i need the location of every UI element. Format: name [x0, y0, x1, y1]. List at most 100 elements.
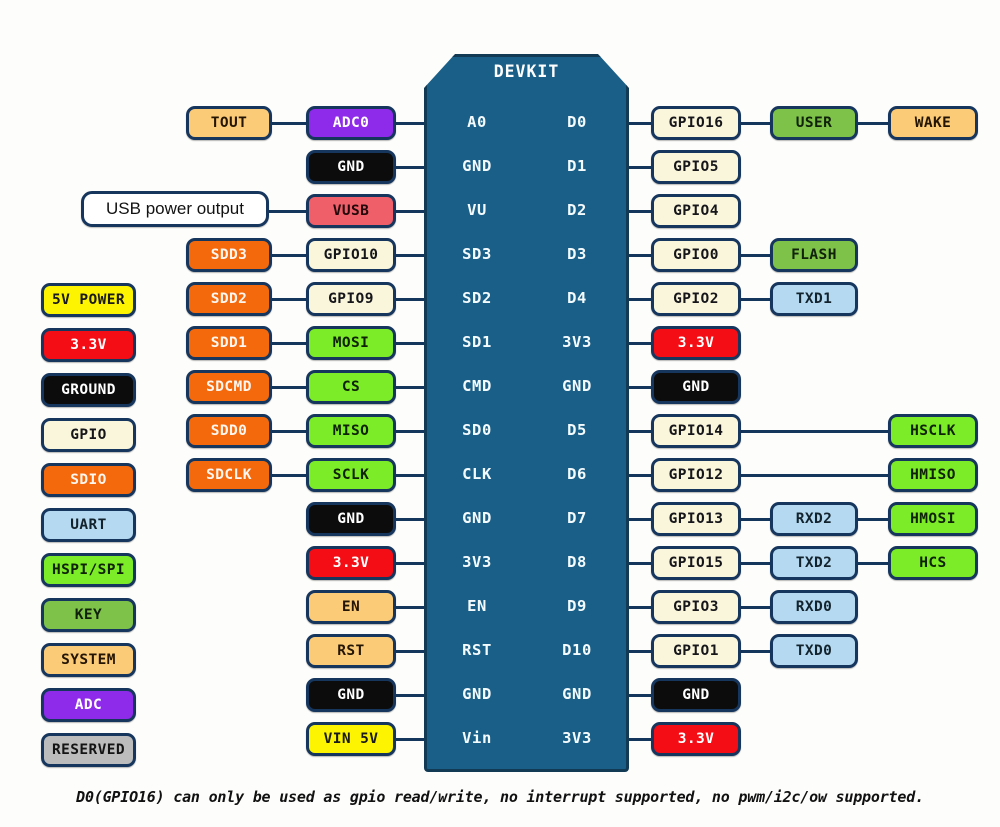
pin-box-gpio14: GPIO14	[651, 414, 741, 448]
board-pin-right-d10: D10	[562, 641, 592, 659]
pin-box-sdd1: SDD1	[186, 326, 272, 360]
wire-right-inner-to-middle	[741, 561, 770, 565]
wire-board-to-right-inner	[629, 385, 651, 389]
footnote-text: D0(GPIO16) can only be used as gpio read…	[76, 788, 924, 806]
pin-box-txd2: TXD2	[770, 546, 858, 580]
pin-box-flash: FLASH	[770, 238, 858, 272]
legend-item-sdio: SDIO	[41, 463, 136, 497]
wire-usb-callout-to-vusb	[269, 209, 306, 213]
wire-right-middle-to-outer	[858, 517, 888, 521]
pin-box-gpio2: GPIO2	[651, 282, 741, 316]
pin-box-gnd: GND	[306, 678, 396, 712]
pin-box-txd0: TXD0	[770, 634, 858, 668]
pin-box-wake: WAKE	[888, 106, 978, 140]
pin-box-gpio3: GPIO3	[651, 590, 741, 624]
wire-left-inner-to-board	[396, 605, 424, 609]
wire-left-inner-to-board	[396, 385, 424, 389]
pin-box-3-3v: 3.3V	[651, 722, 741, 756]
legend-item-system: SYSTEM	[41, 643, 136, 677]
pin-box-3-3v: 3.3V	[306, 546, 396, 580]
pin-box-vin-5v: VIN 5V	[306, 722, 396, 756]
wire-left-inner-to-board	[396, 473, 424, 477]
legend-item-hspi-spi: HSPI/SPI	[41, 553, 136, 587]
wire-left-outer-to-inner	[272, 297, 306, 301]
usb-power-output-callout: USB power output	[81, 191, 269, 227]
pin-box-sclk: SCLK	[306, 458, 396, 492]
board-pin-left-sd3: SD3	[462, 245, 492, 263]
board-pin-left-en: EN	[467, 597, 487, 615]
board-pin-right-gnd: GND	[562, 377, 592, 395]
board-pin-right-d4: D4	[567, 289, 587, 307]
wire-board-to-right-inner	[629, 429, 651, 433]
wire-right-inner-to-middle	[741, 517, 770, 521]
board-title: DEVKIT	[493, 62, 560, 81]
wire-left-inner-to-board	[396, 561, 424, 565]
board-pin-left-3v3: 3V3	[462, 553, 492, 571]
pin-box-gpio0: GPIO0	[651, 238, 741, 272]
wire-board-to-right-inner	[629, 649, 651, 653]
pin-box-gpio12: GPIO12	[651, 458, 741, 492]
wire-left-outer-to-inner	[272, 121, 306, 125]
wire-left-outer-to-inner	[272, 341, 306, 345]
board-pin-right-d3: D3	[567, 245, 587, 263]
wire-board-to-right-inner	[629, 561, 651, 565]
wire-right-inner-to-middle	[741, 297, 770, 301]
pin-box-rxd0: RXD0	[770, 590, 858, 624]
pin-box-vusb: VUSB	[306, 194, 396, 228]
board-pin-right-gnd: GND	[562, 685, 592, 703]
board-pin-right-d5: D5	[567, 421, 587, 439]
board-pin-left-gnd: GND	[462, 157, 492, 175]
pin-box-sdcmd: SDCMD	[186, 370, 272, 404]
pin-box-3-3v: 3.3V	[651, 326, 741, 360]
pin-box-gpio9: GPIO9	[306, 282, 396, 316]
board-pin-left-clk: CLK	[462, 465, 492, 483]
wire-left-inner-to-board	[396, 693, 424, 697]
pin-box-gnd: GND	[306, 150, 396, 184]
pin-box-gnd: GND	[651, 370, 741, 404]
wire-board-to-right-inner	[629, 121, 651, 125]
board-pin-left-sd0: SD0	[462, 421, 492, 439]
pin-box-sdclk: SDCLK	[186, 458, 272, 492]
wire-board-to-right-inner	[629, 341, 651, 345]
pin-box-gpio1: GPIO1	[651, 634, 741, 668]
wire-right-inner-to-middle	[741, 649, 770, 653]
pin-box-sdd3: SDD3	[186, 238, 272, 272]
wire-board-to-right-inner	[629, 737, 651, 741]
wire-board-to-right-inner	[629, 473, 651, 477]
board-pin-left-vu: VU	[467, 201, 487, 219]
wire-board-to-right-inner	[629, 693, 651, 697]
board-pin-left-cmd: CMD	[462, 377, 492, 395]
wire-left-outer-to-inner	[272, 429, 306, 433]
wire-left-inner-to-board	[396, 165, 424, 169]
pinout-diagram: 5V POWER 3.3V GROUND GPIO SDIO UART HSPI/SPI KE…	[0, 0, 1000, 827]
pin-box-sdd0: SDD0	[186, 414, 272, 448]
wire-board-to-right-inner	[629, 209, 651, 213]
board-pin-left-sd1: SD1	[462, 333, 492, 351]
pin-box-mosi: MOSI	[306, 326, 396, 360]
legend-item-ground: GROUND	[41, 373, 136, 407]
pin-box-cs: CS	[306, 370, 396, 404]
pin-box-gpio15: GPIO15	[651, 546, 741, 580]
wire-right-middle-to-outer	[858, 561, 888, 565]
pin-box-adc0: ADC0	[306, 106, 396, 140]
wire-board-to-right-inner	[629, 165, 651, 169]
pin-box-tout: TOUT	[186, 106, 272, 140]
pin-box-sdd2: SDD2	[186, 282, 272, 316]
pin-box-user: USER	[770, 106, 858, 140]
wire-left-inner-to-board	[396, 649, 424, 653]
pin-box-gpio10: GPIO10	[306, 238, 396, 272]
wire-right-inner-to-middle	[741, 253, 770, 257]
wire-left-inner-to-board	[396, 253, 424, 257]
pin-box-en: EN	[306, 590, 396, 624]
pin-box-miso: MISO	[306, 414, 396, 448]
board-pin-right-3v3: 3V3	[562, 729, 592, 747]
wire-left-inner-to-board	[396, 341, 424, 345]
board-pin-right-d8: D8	[567, 553, 587, 571]
pin-box-gnd: GND	[306, 502, 396, 536]
pin-box-rst: RST	[306, 634, 396, 668]
wire-right-inner-to-middle	[741, 605, 770, 609]
pin-box-gpio16: GPIO16	[651, 106, 741, 140]
pin-box-hsclk: HSCLK	[888, 414, 978, 448]
pin-box-hmosi: HMOSI	[888, 502, 978, 536]
board-pin-left-gnd: GND	[462, 685, 492, 703]
